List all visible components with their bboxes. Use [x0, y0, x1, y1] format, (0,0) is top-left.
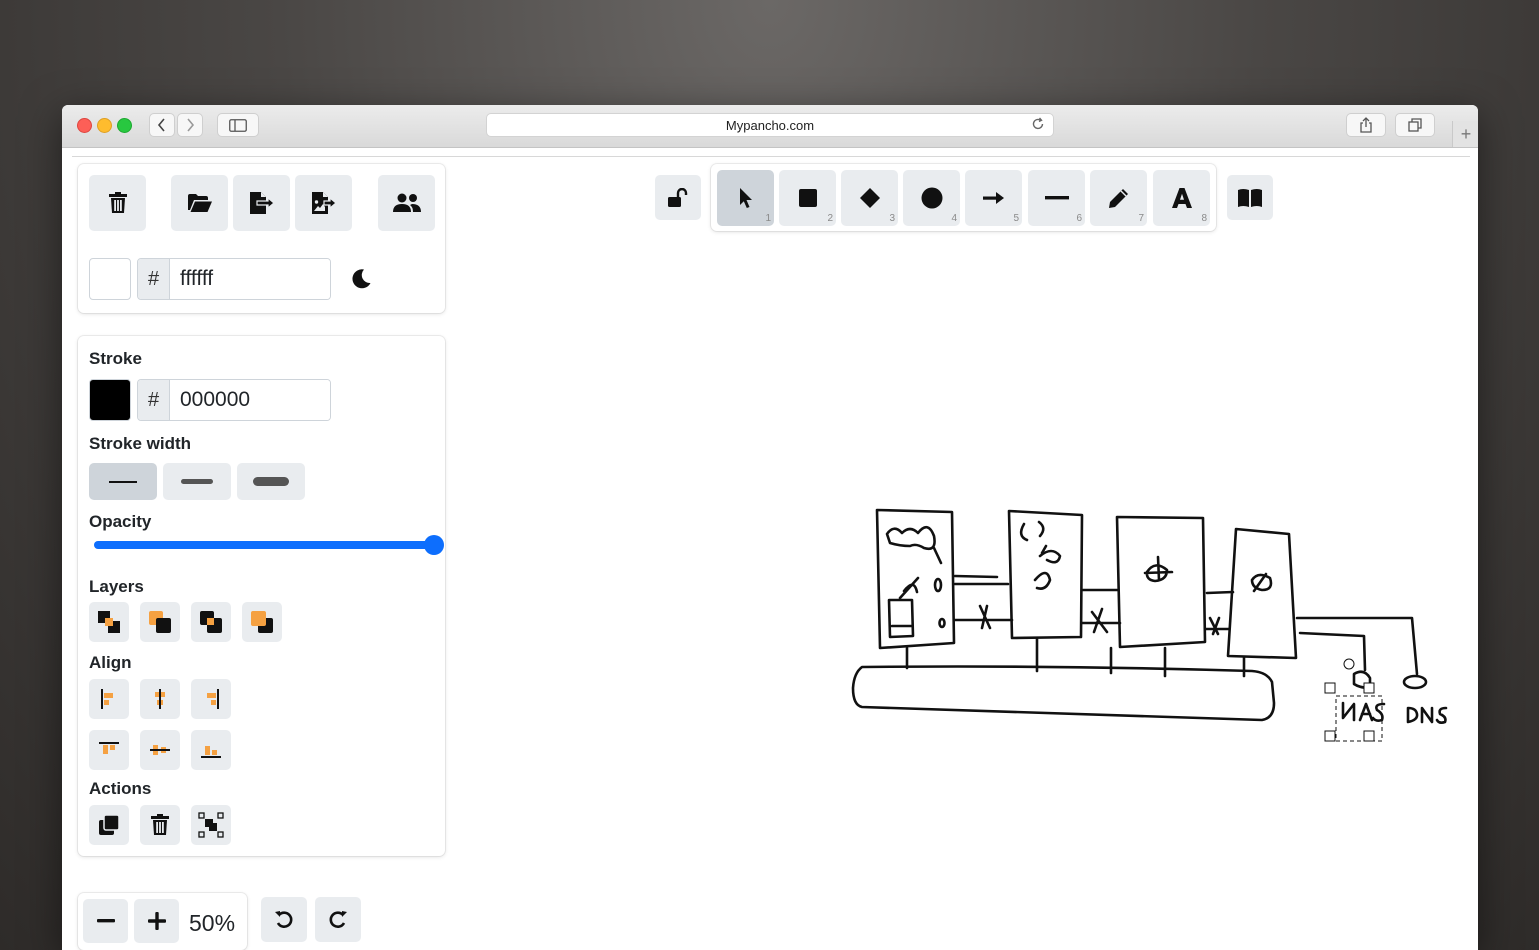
- address-bar[interactable]: Mypancho.com: [486, 113, 1054, 137]
- box-3-detail[interactable]: [1143, 555, 1174, 583]
- reload-icon[interactable]: [1031, 117, 1045, 134]
- close-window-button[interactable]: [77, 118, 92, 133]
- plus-icon: +: [1460, 123, 1472, 144]
- share-button[interactable]: [1346, 113, 1386, 137]
- branch[interactable]: [1295, 616, 1419, 676]
- box-4-detail[interactable]: [1250, 572, 1273, 593]
- tabs-icon: [1408, 118, 1422, 132]
- chevron-left-icon: [157, 118, 165, 132]
- connector[interactable]: [1080, 588, 1122, 634]
- box-1-detail[interactable]: [885, 525, 943, 565]
- box-2[interactable]: [1007, 509, 1084, 640]
- box-4[interactable]: [1226, 527, 1298, 660]
- dns-node[interactable]: [1402, 674, 1428, 690]
- minimize-window-button[interactable]: [97, 118, 112, 133]
- browser-titlebar: Mypancho.com +: [62, 105, 1478, 148]
- label-dns[interactable]: [1406, 706, 1448, 724]
- browser-window: Mypancho.com + # ffffff Stroke # 000000 …: [62, 105, 1478, 950]
- box-1-inner-rect[interactable]: [887, 598, 915, 639]
- box-3[interactable]: [1115, 515, 1207, 649]
- share-icon: [1360, 117, 1372, 133]
- app-content: # Stroke # Stroke width: [62, 148, 1478, 950]
- drawing-canvas[interactable]: [62, 148, 1478, 950]
- new-tab-button[interactable]: +: [1452, 121, 1478, 147]
- connector[interactable]: [953, 574, 1014, 630]
- sidebar-toggle-button[interactable]: [217, 113, 259, 137]
- forward-button[interactable]: [177, 113, 203, 137]
- box-1-detail[interactable]: [898, 576, 920, 600]
- chevron-right-icon: [187, 118, 195, 132]
- back-button[interactable]: [149, 113, 175, 137]
- base-shape[interactable]: [851, 665, 1276, 722]
- zoom-window-button[interactable]: [117, 118, 132, 133]
- sidebar-icon: [229, 118, 247, 132]
- box-1-dot[interactable]: [938, 617, 946, 629]
- tabs-overview-button[interactable]: [1395, 113, 1435, 137]
- connector[interactable]: [1204, 590, 1235, 636]
- url-text: Mypancho.com: [725, 117, 815, 133]
- label-nas[interactable]: [1341, 701, 1386, 722]
- box-1-dot[interactable]: [933, 577, 943, 593]
- box-2-detail[interactable]: [1019, 520, 1062, 590]
- selection-box[interactable]: [1324, 658, 1383, 742]
